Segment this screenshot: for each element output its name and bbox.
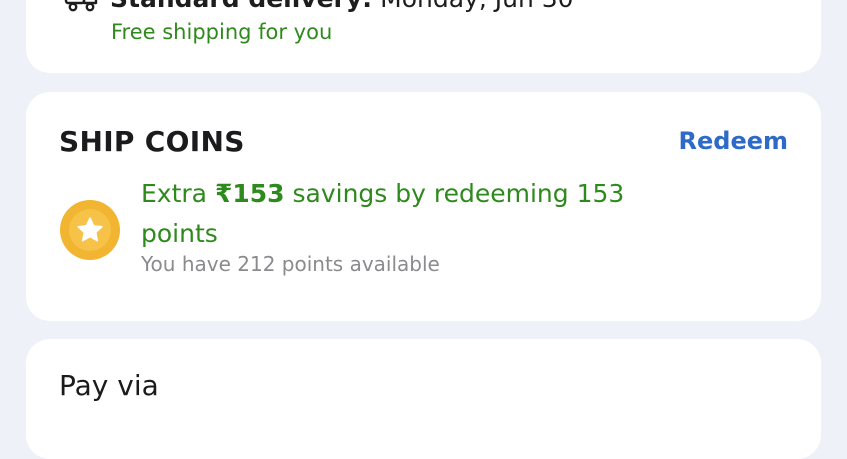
savings-prefix: Extra bbox=[141, 179, 215, 208]
ship-coins-card: SHIP COINS Redeem Extra ₹153 savings by … bbox=[26, 92, 821, 321]
free-shipping-note: Free shipping for you bbox=[111, 20, 333, 44]
coin-inner bbox=[69, 209, 111, 251]
payment-card: Pay via bbox=[26, 339, 821, 459]
savings-message: Extra ₹153 savings by redeeming 153 poin… bbox=[141, 174, 701, 254]
delivery-info: Standard delivery: Monday, Jun 30 bbox=[110, 0, 574, 13]
delivery-label: Standard delivery: bbox=[110, 0, 372, 13]
star-coin-icon bbox=[60, 200, 120, 260]
points-available-text: You have 212 points available bbox=[141, 252, 440, 276]
savings-amount: ₹153 bbox=[214, 179, 285, 208]
redeem-button[interactable]: Redeem bbox=[679, 127, 789, 155]
truck-icon bbox=[64, 0, 98, 13]
pay-via-title: Pay via bbox=[59, 369, 159, 402]
delivery-date: Monday, Jun 30 bbox=[372, 0, 573, 13]
delivery-card: Standard delivery: Monday, Jun 30 Free s… bbox=[26, 0, 821, 73]
star-icon bbox=[77, 217, 103, 242]
delivery-row: Standard delivery: Monday, Jun 30 bbox=[64, 0, 574, 13]
ship-coins-title: SHIP COINS bbox=[59, 125, 245, 158]
